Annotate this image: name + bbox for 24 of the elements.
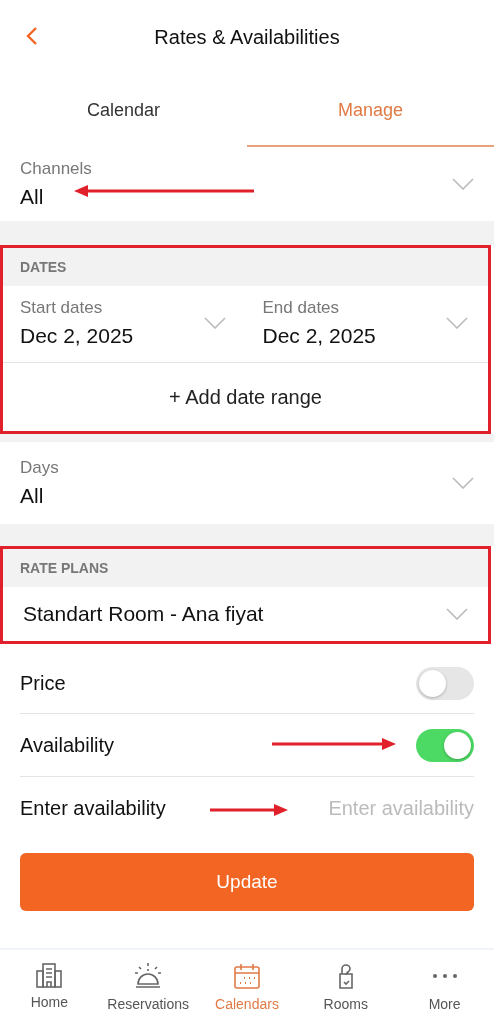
chevron-down-icon	[452, 477, 474, 489]
setting-label: Availability	[20, 733, 115, 757]
section-heading: DATES	[3, 248, 488, 286]
toggle-switch[interactable]	[416, 728, 474, 762]
building-icon	[35, 962, 64, 988]
back-icon	[26, 26, 38, 46]
nav-item[interactable]: Reservations	[98, 950, 198, 1024]
chevron-down-icon	[203, 317, 226, 329]
more-icon	[431, 973, 458, 979]
page-title: Rates & Availabilities	[154, 26, 340, 49]
setting-label: Price	[20, 672, 66, 695]
calendar-icon	[233, 962, 261, 990]
tab[interactable]: Calendar	[0, 75, 247, 147]
setting-label: Enter availability	[20, 796, 166, 820]
service-bell-icon	[133, 962, 164, 990]
availability-input[interactable]: Enter availability	[302, 796, 474, 820]
toggle-switch[interactable]	[416, 667, 474, 700]
section-heading: RATE PLANS	[3, 549, 488, 587]
nav-item[interactable]: Home	[0, 950, 99, 1024]
chevron-down-icon	[446, 608, 468, 620]
nav-item[interactable]: More	[395, 950, 494, 1024]
chevron-down-icon	[446, 317, 468, 329]
chevron-down-icon	[452, 178, 474, 190]
nav-item[interactable]: Rooms	[296, 950, 396, 1024]
